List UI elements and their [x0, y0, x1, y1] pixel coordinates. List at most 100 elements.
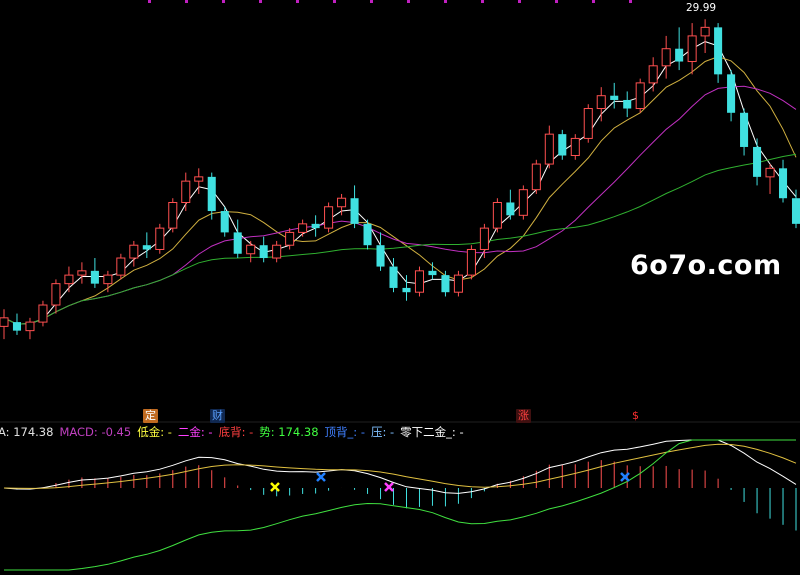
- candle-body: [272, 244, 282, 259]
- stock-chart-screen: { "watermark": "6o7o.com", "markers": {"…: [0, 0, 800, 575]
- candle-body: [311, 223, 320, 229]
- signal-cross-icon: [620, 472, 630, 482]
- candle-body: [324, 206, 334, 229]
- candle-body: [791, 198, 800, 224]
- candle-body: [506, 202, 515, 216]
- candle-body: [740, 112, 749, 147]
- candle-body: [466, 248, 476, 276]
- ind-shi: 势: 174.38: [259, 425, 319, 439]
- high-price-label: 29.99: [686, 2, 717, 14]
- candle-body: [570, 137, 580, 157]
- signal-cross-icon: [384, 482, 394, 492]
- candle-body: [233, 232, 242, 254]
- dif-line: [3, 439, 797, 494]
- signal-cross-icon: [316, 472, 326, 482]
- candle-body: [479, 227, 489, 250]
- candle-body: [428, 270, 437, 276]
- candle-body: [77, 270, 87, 276]
- ma-line-3: [3, 41, 797, 325]
- candle-body: [596, 95, 606, 110]
- dea-line: [3, 443, 797, 489]
- candle-body: [441, 275, 450, 293]
- candle-body: [544, 133, 554, 165]
- candle-body: [64, 274, 74, 285]
- marker-dollar: $: [632, 409, 639, 422]
- candle-body: [25, 321, 35, 332]
- candle-body: [414, 270, 425, 293]
- ma-line-30: [3, 153, 797, 325]
- candle-body: [453, 274, 463, 293]
- candle-body: [402, 287, 411, 293]
- candle-body: [337, 197, 347, 208]
- candlestick-chart: [0, 0, 800, 571]
- candle-body: [765, 167, 775, 178]
- ind-lingxia: 零下二金_: -: [400, 425, 464, 439]
- candle-body: [207, 176, 216, 212]
- candle-body: [700, 26, 710, 37]
- candle-body: [623, 99, 632, 109]
- candle-body: [518, 189, 528, 216]
- candle-body: [246, 244, 256, 255]
- top-tick: [222, 0, 225, 3]
- candle-body: [350, 198, 359, 224]
- marker-ding: 定: [143, 409, 158, 423]
- candle-body: [661, 48, 671, 67]
- candle-body: [116, 257, 126, 276]
- ind-dibei: 底背: -: [218, 425, 254, 439]
- candle-body: [531, 163, 541, 191]
- top-tick: [148, 0, 151, 3]
- indicator-readout: A: 174.38 MACD: -0.45 低金: - 二金: - 底背: - 势: 17…: [0, 425, 470, 439]
- candle-body: [298, 223, 308, 233]
- candle-body: [103, 274, 113, 285]
- candle-body: [181, 180, 191, 203]
- candle-body: [220, 211, 229, 233]
- candle-body: [389, 266, 398, 288]
- candle-body: [363, 223, 372, 246]
- candle-body: [635, 82, 645, 110]
- watermark: 6o7o.com: [630, 250, 782, 281]
- top-tick: [370, 0, 373, 3]
- top-tick: [259, 0, 262, 3]
- candle-body: [168, 201, 178, 229]
- candle-body: [778, 168, 788, 199]
- candle-body: [714, 27, 723, 75]
- ma-line-7: [3, 56, 797, 325]
- top-tick: [592, 0, 595, 3]
- candle-body: [558, 134, 567, 156]
- candle-body: [675, 48, 684, 62]
- candle-body: [492, 201, 502, 229]
- trend-line: [4, 439, 796, 571]
- candle-body: [129, 244, 139, 259]
- top-tick: [407, 0, 410, 3]
- candle-body: [285, 231, 295, 246]
- top-tick: [296, 0, 299, 3]
- candle-body: [0, 317, 9, 327]
- ind-dijin: 低金: -: [137, 425, 172, 439]
- marker-zhang: 涨: [516, 409, 531, 423]
- top-tick: [185, 0, 188, 3]
- top-tick: [518, 0, 521, 3]
- candle-body: [583, 108, 593, 139]
- ind-ya: 压: -: [370, 425, 395, 439]
- candle-body: [727, 74, 736, 113]
- top-tick: [444, 0, 447, 3]
- candle-body: [38, 304, 48, 323]
- candle-body: [142, 245, 151, 250]
- top-tick: [333, 0, 336, 3]
- candle-body: [155, 227, 165, 250]
- candle-body: [610, 95, 619, 100]
- marker-cai: 财: [210, 409, 225, 423]
- candle-body: [90, 270, 99, 284]
- ind-macd: MACD: -0.45: [59, 425, 132, 439]
- signal-cross-icon: [270, 482, 280, 492]
- candle-body: [51, 283, 61, 306]
- top-tick: [555, 0, 558, 3]
- ma-line-14: [3, 85, 797, 325]
- ind-dingbei: 顶背_: -: [324, 425, 365, 439]
- top-tick: [481, 0, 484, 3]
- candle-body: [194, 176, 204, 182]
- candle-body: [648, 65, 658, 84]
- candle-body: [12, 322, 22, 331]
- candle-body: [753, 146, 762, 177]
- top-tick: [629, 0, 632, 3]
